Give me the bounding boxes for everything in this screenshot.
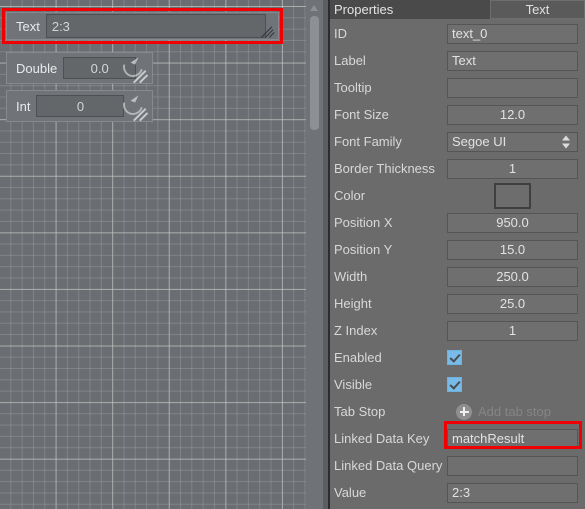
property-row-width: Width 250.0 bbox=[330, 263, 585, 290]
property-row-font-family: Font Family Segoe UI bbox=[330, 128, 585, 155]
property-row-border-thickness: Border Thickness 1 bbox=[330, 155, 585, 182]
property-row-height: Height 25.0 bbox=[330, 290, 585, 317]
property-label: Enabled bbox=[334, 350, 382, 365]
scrollbar-thumb[interactable] bbox=[310, 16, 319, 130]
panel-title: Properties bbox=[334, 2, 394, 17]
property-row-tooltip: Tooltip bbox=[330, 74, 585, 101]
property-label: Position X bbox=[334, 215, 393, 230]
font-family-selected-value: Segoe UI bbox=[452, 134, 507, 149]
property-row-linked-data-key: Linked Data Key matchResult bbox=[330, 421, 585, 452]
rotate-resize-handle-icon[interactable] bbox=[119, 91, 150, 122]
property-row-position-y: Position Y 15.0 bbox=[330, 236, 585, 263]
property-row-z-index: Z Index 1 bbox=[330, 317, 585, 344]
property-label: Height bbox=[334, 296, 372, 311]
plus-circle-icon bbox=[456, 403, 472, 420]
color-swatch-button[interactable] bbox=[494, 182, 531, 209]
property-row-color: Color bbox=[330, 182, 585, 209]
property-value-z-index[interactable]: 1 bbox=[447, 320, 578, 341]
add-tab-stop-button[interactable]: Add tab stop bbox=[456, 403, 578, 420]
property-value-font-size[interactable]: 12.0 bbox=[447, 104, 578, 125]
property-label: ID bbox=[334, 26, 347, 41]
canvas-widget-int-input[interactable]: 0 bbox=[36, 95, 125, 117]
tab-text[interactable]: Text bbox=[490, 0, 585, 19]
property-row-tab-stop: Tab Stop Add tab stop bbox=[330, 398, 585, 425]
property-value-id[interactable]: text_0 bbox=[447, 23, 578, 44]
properties-panel: Properties Text ID text_0 Label Text Too… bbox=[330, 0, 585, 509]
properties-panel-header: Properties Text bbox=[330, 0, 585, 19]
property-row-enabled: Enabled bbox=[330, 344, 585, 371]
checkbox-visible[interactable] bbox=[447, 377, 462, 392]
property-label: Color bbox=[334, 188, 366, 203]
properties-row-list: ID text_0 Label Text Tooltip Font Size 1… bbox=[330, 19, 585, 506]
property-row-visible: Visible bbox=[330, 371, 585, 398]
add-tab-stop-label: Add tab stop bbox=[478, 404, 551, 419]
scroll-up-arrow-icon[interactable] bbox=[306, 0, 323, 15]
canvas-vertical-scrollbar[interactable] bbox=[306, 0, 323, 509]
property-value-tooltip[interactable] bbox=[447, 77, 578, 98]
checkbox-enabled[interactable] bbox=[447, 350, 462, 365]
panel-edge-line bbox=[328, 0, 330, 509]
property-label: Visible bbox=[334, 377, 373, 392]
canvas-widget-text-input[interactable]: 2:3 bbox=[45, 14, 266, 38]
property-value-linked-data-key[interactable]: matchResult bbox=[447, 428, 578, 449]
property-label: Label bbox=[334, 53, 366, 68]
property-label: Border Thickness bbox=[334, 161, 435, 176]
property-label: Font Family bbox=[334, 134, 402, 149]
property-label: Position Y bbox=[334, 242, 393, 257]
property-value-linked-data-query[interactable] bbox=[447, 455, 578, 476]
property-value-height[interactable]: 25.0 bbox=[447, 293, 578, 314]
property-row-value: Value 2:3 bbox=[330, 479, 585, 506]
property-value-position-x[interactable]: 950.0 bbox=[447, 212, 578, 233]
application-window: Text 2:3 Double 0.0 Int 0 Properties Tex… bbox=[0, 0, 585, 509]
canvas-widget-int-label: Int bbox=[16, 98, 31, 114]
canvas-widget-int[interactable]: Int 0 bbox=[6, 90, 153, 122]
property-label: Tooltip bbox=[334, 80, 372, 95]
design-canvas[interactable]: Text 2:3 Double 0.0 Int 0 bbox=[0, 0, 306, 509]
property-value-font-family[interactable]: Segoe UI bbox=[447, 131, 578, 152]
canvas-widget-text-label: Text bbox=[16, 18, 40, 34]
property-value-label[interactable]: Text bbox=[447, 50, 578, 71]
property-row-id: ID text_0 bbox=[330, 20, 585, 47]
property-value-position-y[interactable]: 15.0 bbox=[447, 239, 578, 260]
canvas-widget-double[interactable]: Double 0.0 bbox=[6, 52, 153, 84]
property-value-width[interactable]: 250.0 bbox=[447, 266, 578, 287]
property-value-border-thickness[interactable]: 1 bbox=[447, 158, 578, 179]
property-label: Font Size bbox=[334, 107, 389, 122]
property-value-value[interactable]: 2:3 bbox=[447, 482, 578, 503]
property-label: Tab Stop bbox=[334, 404, 386, 419]
property-label: Value bbox=[334, 485, 367, 500]
property-row-label: Label Text bbox=[330, 47, 585, 74]
canvas-widget-double-label: Double bbox=[16, 60, 58, 76]
property-label: Width bbox=[334, 269, 368, 284]
canvas-widget-text[interactable]: Text 2:3 bbox=[6, 12, 279, 40]
chevron-updown-icon[interactable] bbox=[562, 135, 570, 148]
property-row-position-x: Position X 950.0 bbox=[330, 209, 585, 236]
property-label: Linked Data Query bbox=[334, 458, 443, 473]
property-label: Z Index bbox=[334, 323, 378, 338]
property-label: Linked Data Key bbox=[334, 431, 430, 446]
property-row-font-size: Font Size 12.0 bbox=[330, 101, 585, 128]
rotate-resize-handle-icon[interactable] bbox=[119, 53, 150, 84]
property-row-linked-data-query: Linked Data Query bbox=[330, 452, 585, 479]
